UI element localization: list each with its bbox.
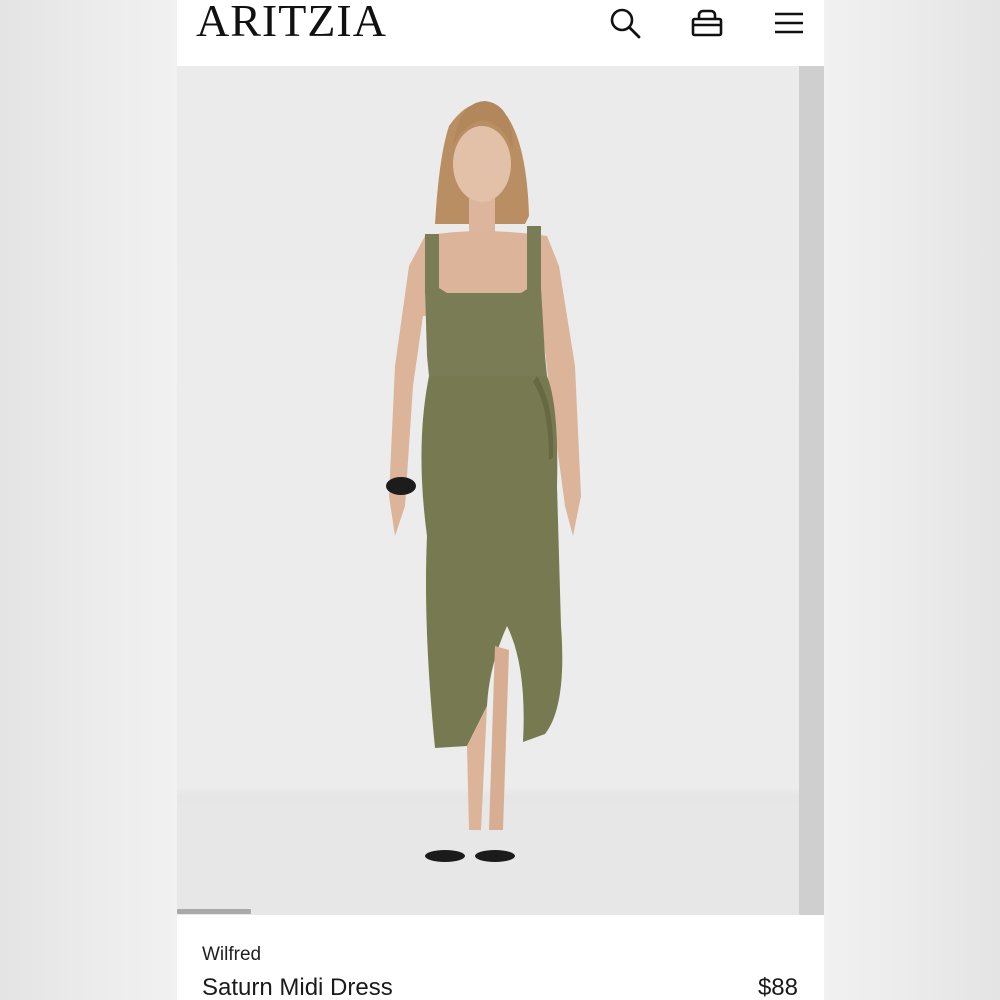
- brand-logo[interactable]: ARITZIA: [196, 0, 387, 44]
- search-icon[interactable]: [608, 6, 642, 40]
- menu-icon[interactable]: [772, 6, 806, 40]
- next-image-peek[interactable]: [799, 66, 824, 915]
- bag-icon[interactable]: [690, 6, 724, 40]
- app-screen: ARITZIA Wilfred Saturn Midi Dress $88: [177, 0, 824, 1000]
- gallery-scroll-indicator: [177, 909, 251, 914]
- product-price: $88: [757, 974, 798, 1000]
- product-photo: [177, 101, 799, 915]
- product-name: Saturn Midi Dress: [202, 974, 393, 1000]
- product-brand[interactable]: Wilfred: [202, 944, 261, 966]
- product-image-gallery[interactable]: [177, 66, 799, 915]
- top-header: ARITZIA: [177, 0, 824, 66]
